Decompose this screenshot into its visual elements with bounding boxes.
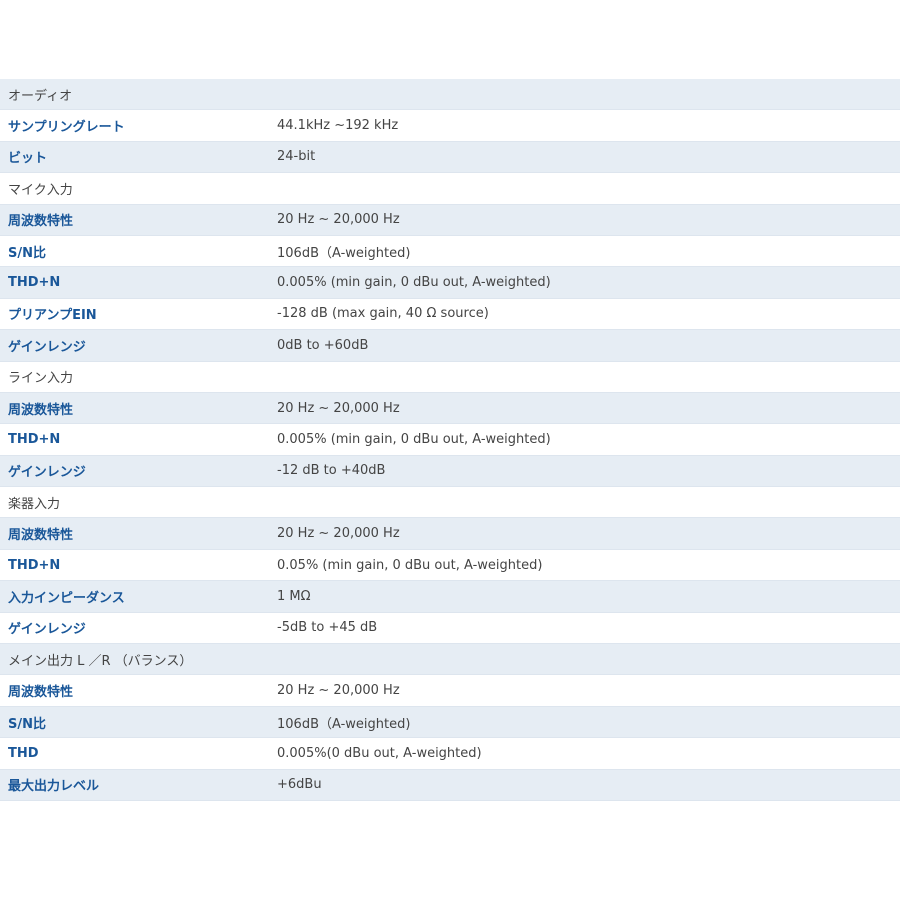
spec-value: 0.005% (min gain, 0 dBu out, A-weighted) xyxy=(277,275,551,291)
spec-value: 20 Hz ~ 20,000 Hz xyxy=(277,683,400,699)
table-row: 楽器入力 xyxy=(0,487,900,519)
table-row: 周波数特性 20 Hz ~ 20,000 Hz xyxy=(0,518,900,550)
spec-label: ビット xyxy=(8,151,48,167)
spec-label: プリアンプEIN xyxy=(8,308,97,324)
table-row: ライン入力 xyxy=(0,361,900,393)
table-row: プリアンプEIN -128 dB (max gain, 40 Ω source) xyxy=(0,298,900,331)
table-row: THD+N 0.05% (min gain, 0 dBu out, A-weig… xyxy=(0,549,900,582)
spec-value: 20 Hz ~ 20,000 Hz xyxy=(277,526,400,542)
section-heading: オーディオ xyxy=(8,88,73,104)
spec-value: -128 dB (max gain, 40 Ω source) xyxy=(277,306,489,322)
section-heading: メイン出力 L ／R （バランス） xyxy=(8,653,193,669)
table-row: 周波数特性 20 Hz ~ 20,000 Hz xyxy=(0,392,900,425)
table-row: 周波数特性 20 Hz ~ 20,000 Hz xyxy=(0,204,900,236)
spec-label: 周波数特性 xyxy=(8,528,74,544)
spec-label: THD xyxy=(8,745,39,761)
spec-label: S/N比 xyxy=(8,716,46,732)
spec-label: 最大出力レベル xyxy=(8,779,100,795)
table-row: THD+N 0.005% (min gain, 0 dBu out, A-wei… xyxy=(0,267,900,299)
spec-label: 入力インピーダンス xyxy=(8,590,125,606)
spec-value: 106dB（A-weighted) xyxy=(277,245,411,261)
spec-value: -5dB to +45 dB xyxy=(277,620,378,636)
table-row: THD+N 0.005% (min gain, 0 dBu out, A-wei… xyxy=(0,424,900,456)
spec-value: 24-bit xyxy=(277,149,316,165)
spec-value: 44.1kHz ~192 kHz xyxy=(277,118,399,134)
spec-value: +6dBu xyxy=(277,777,322,793)
spec-label: ゲインレンジ xyxy=(8,339,86,355)
section-heading: 楽器入力 xyxy=(8,496,61,512)
spec-value: 20 Hz ~ 20,000 Hz xyxy=(277,400,400,416)
spec-value: 106dB（A-weighted) xyxy=(277,716,411,732)
section-heading: ライン入力 xyxy=(8,371,74,387)
table-row: ビット 24-bit xyxy=(0,141,900,174)
spec-label: THD+N xyxy=(8,275,61,291)
spec-label: S/N比 xyxy=(8,245,46,261)
table-row: S/N比 106dB（A-weighted) xyxy=(0,706,900,739)
table-row: マイク入力 xyxy=(0,173,900,205)
spec-value: 0.005%(0 dBu out, A-weighted) xyxy=(277,745,482,761)
table-row: サンプリングレート 44.1kHz ~192 kHz xyxy=(0,110,900,142)
spec-label: 周波数特性 xyxy=(8,402,74,418)
table-row: S/N比 106dB（A-weighted) xyxy=(0,235,900,268)
spec-label: ゲインレンジ xyxy=(8,465,86,481)
spec-value: 0dB to +60dB xyxy=(277,337,369,353)
spec-label: ゲインレンジ xyxy=(8,622,86,638)
table-row: ゲインレンジ 0dB to +60dB xyxy=(0,330,900,362)
table-row: メイン出力 L ／R （バランス） xyxy=(0,644,900,676)
table-row: THD 0.005%(0 dBu out, A-weighted) xyxy=(0,738,900,770)
table-row: ゲインレンジ -5dB to +45 dB xyxy=(0,612,900,645)
spec-table: オーディオ サンプリングレート 44.1kHz ~192 kHz ビット 24-… xyxy=(0,79,900,801)
spec-value: 0.005% (min gain, 0 dBu out, A-weighted) xyxy=(277,431,551,447)
table-row: 最大出力レベル +6dBu xyxy=(0,769,900,801)
section-heading: マイク入力 xyxy=(8,182,73,198)
table-row: 周波数特性 20 Hz ~ 20,000 Hz xyxy=(0,675,900,707)
spec-value: 20 Hz ~ 20,000 Hz xyxy=(277,212,400,228)
spec-value: -12 dB to +40dB xyxy=(277,463,386,479)
spec-label: THD+N xyxy=(8,557,61,573)
spec-value: 1 MΩ xyxy=(277,588,311,604)
table-row: 入力インピーダンス 1 MΩ xyxy=(0,581,900,613)
spec-label: サンプリングレート xyxy=(8,120,125,136)
spec-label: 周波数特性 xyxy=(8,685,74,701)
table-row: オーディオ xyxy=(0,79,900,111)
spec-label: 周波数特性 xyxy=(8,214,74,230)
spec-value: 0.05% (min gain, 0 dBu out, A-weighted) xyxy=(277,557,543,573)
table-row: ゲインレンジ -12 dB to +40dB xyxy=(0,455,900,488)
spec-label: THD+N xyxy=(8,431,61,447)
